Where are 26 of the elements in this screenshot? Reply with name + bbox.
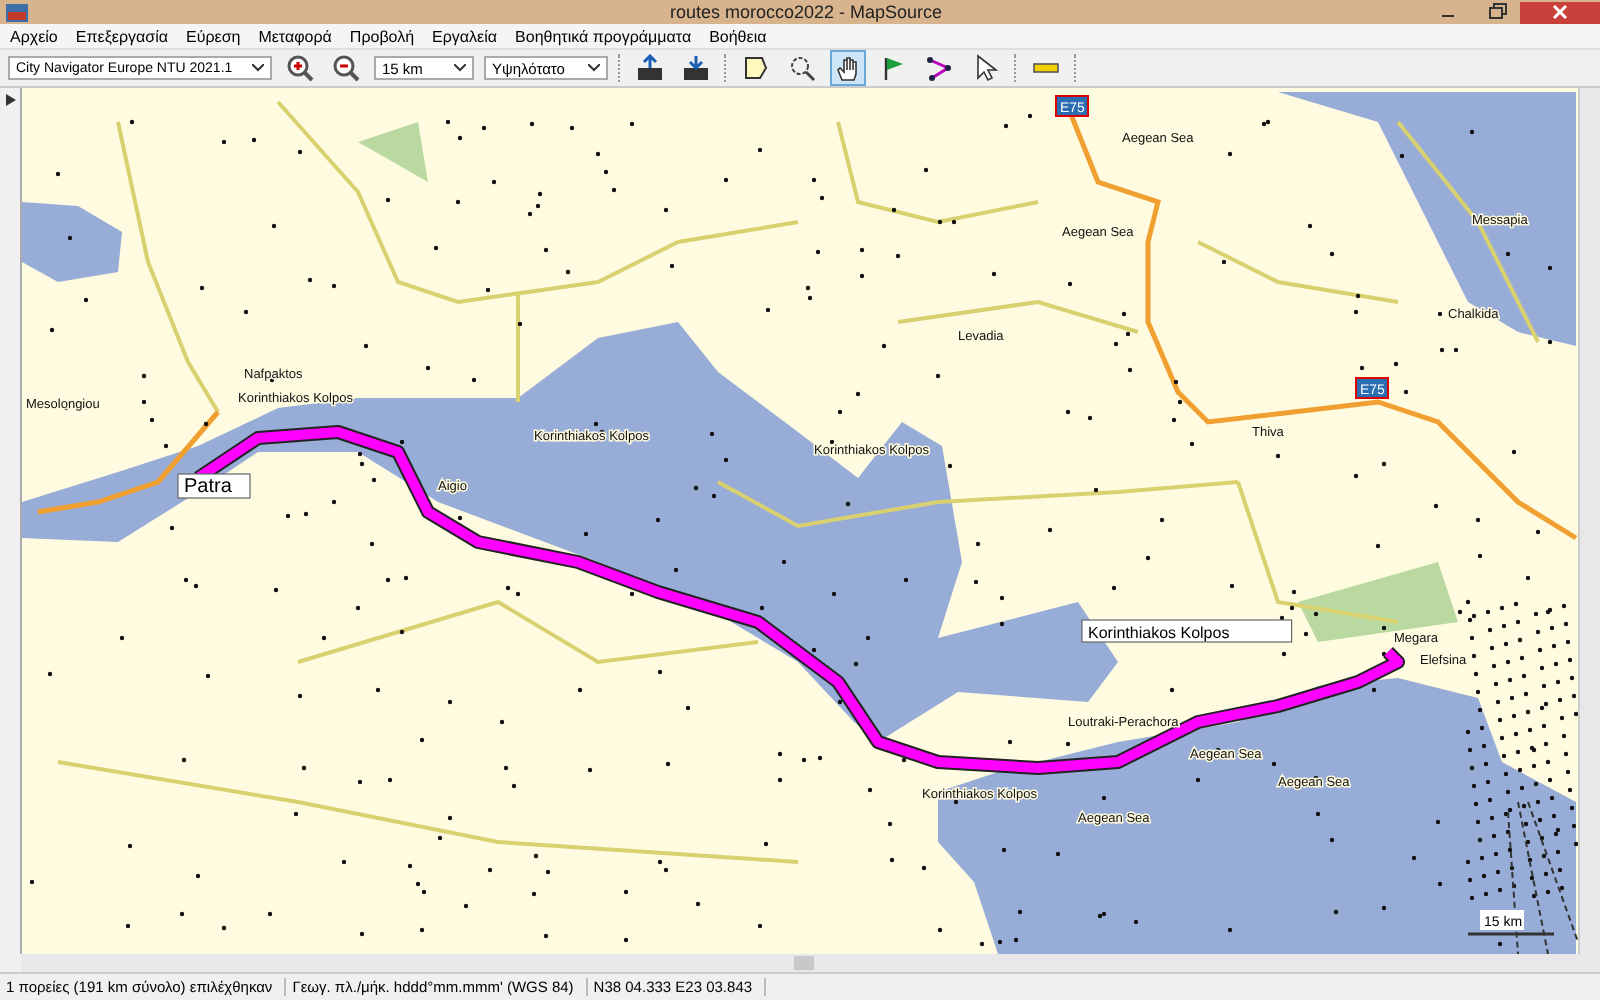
caret-icon	[588, 64, 600, 72]
map-label: Korinthiakos Kolpos	[1081, 619, 1293, 643]
app-icon	[6, 3, 28, 21]
menu-item[interactable]: Επεξεργασία	[75, 27, 168, 45]
scroll-thumb[interactable]	[794, 956, 814, 970]
caret-icon	[252, 64, 264, 72]
menu-item[interactable]: Βοηθητικά προγράμματα	[515, 27, 692, 45]
menu-item[interactable]: Αρχείο	[10, 27, 58, 45]
menu-item[interactable]: Βοήθεια	[709, 27, 767, 45]
vertical-scrollbar[interactable]	[1578, 88, 1600, 954]
menu-item[interactable]: Μεταφορά	[258, 27, 332, 45]
zoom-out-icon[interactable]	[328, 50, 364, 86]
caret-icon	[5, 94, 15, 106]
menu-item[interactable]: Προβολή	[349, 27, 415, 45]
close-button[interactable]	[1520, 1, 1600, 23]
hand-icon[interactable]	[830, 50, 866, 86]
horizontal-scrollbar[interactable]	[22, 954, 1600, 972]
window-title: routes morocco2022 - MapSource	[669, 2, 943, 22]
caret-icon	[454, 64, 466, 72]
map-label: Patra	[177, 473, 251, 499]
device-download-icon[interactable]	[678, 50, 714, 86]
menu-item[interactable]: Εύρεση	[185, 27, 241, 45]
zoom-in-icon[interactable]	[282, 50, 318, 86]
menu-item[interactable]: Εργαλεία	[432, 27, 498, 45]
device-upload-icon[interactable]	[632, 50, 668, 86]
side-panel-toggle[interactable]	[0, 88, 22, 954]
